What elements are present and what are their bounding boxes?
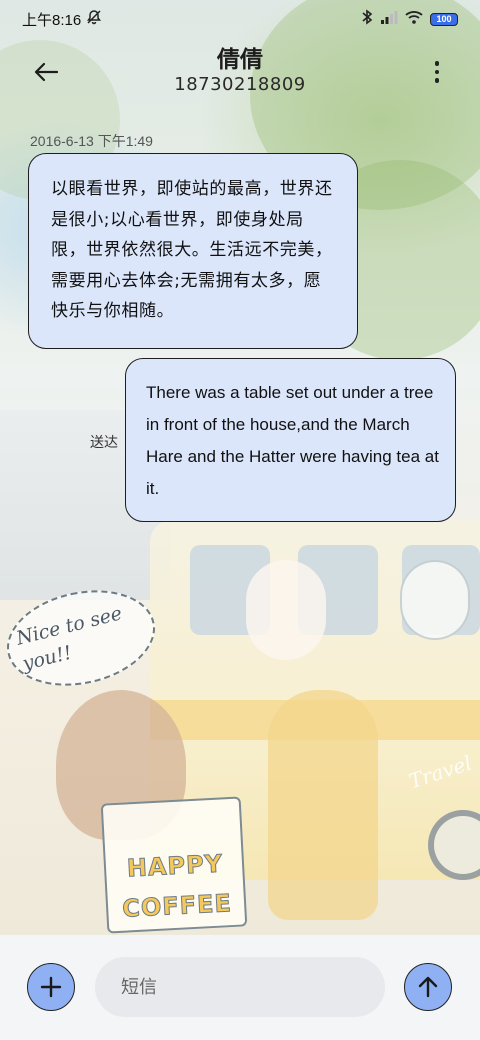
message-input[interactable] [95,957,385,1017]
send-button[interactable] [404,963,452,1011]
bluetooth-icon [361,9,373,29]
contact-phone-number: 18730218809 [174,74,306,95]
contact-name: 倩倩 [217,47,263,73]
arrow-up-icon [418,976,438,998]
compose-bar [0,935,480,1040]
plus-icon [40,976,62,998]
status-bar: 上午8:16 100 [0,0,480,38]
message-text: There was a table set out under a tree i… [146,383,439,498]
incoming-message-bubble[interactable]: 以眼看世界，即使站的最高，世界还是很小;以心看世界，即使身处局限，世界依然很大。… [28,153,358,349]
status-time: 上午8:16 [22,11,82,29]
delivery-status: 送达 [90,435,118,451]
wifi-icon [405,10,423,28]
alarm-off-icon [86,9,102,29]
add-attachment-button[interactable] [27,963,75,1011]
conversation-header: 倩倩 18730218809 [0,38,480,102]
message-text: 以眼看世界，即使站的最高，世界还是很小;以心看世界，即使身处局限，世界依然很大。… [51,179,333,321]
wallpaper-sign-text: HAPPY COFFEE [121,849,233,923]
battery-icon: 100 [430,12,458,26]
signal-icon [380,10,398,28]
outgoing-message-bubble[interactable]: There was a table set out under a tree i… [125,358,456,522]
more-options-button[interactable] [422,52,452,92]
message-timestamp: 2016-6-13 下午1:49 [30,133,153,149]
